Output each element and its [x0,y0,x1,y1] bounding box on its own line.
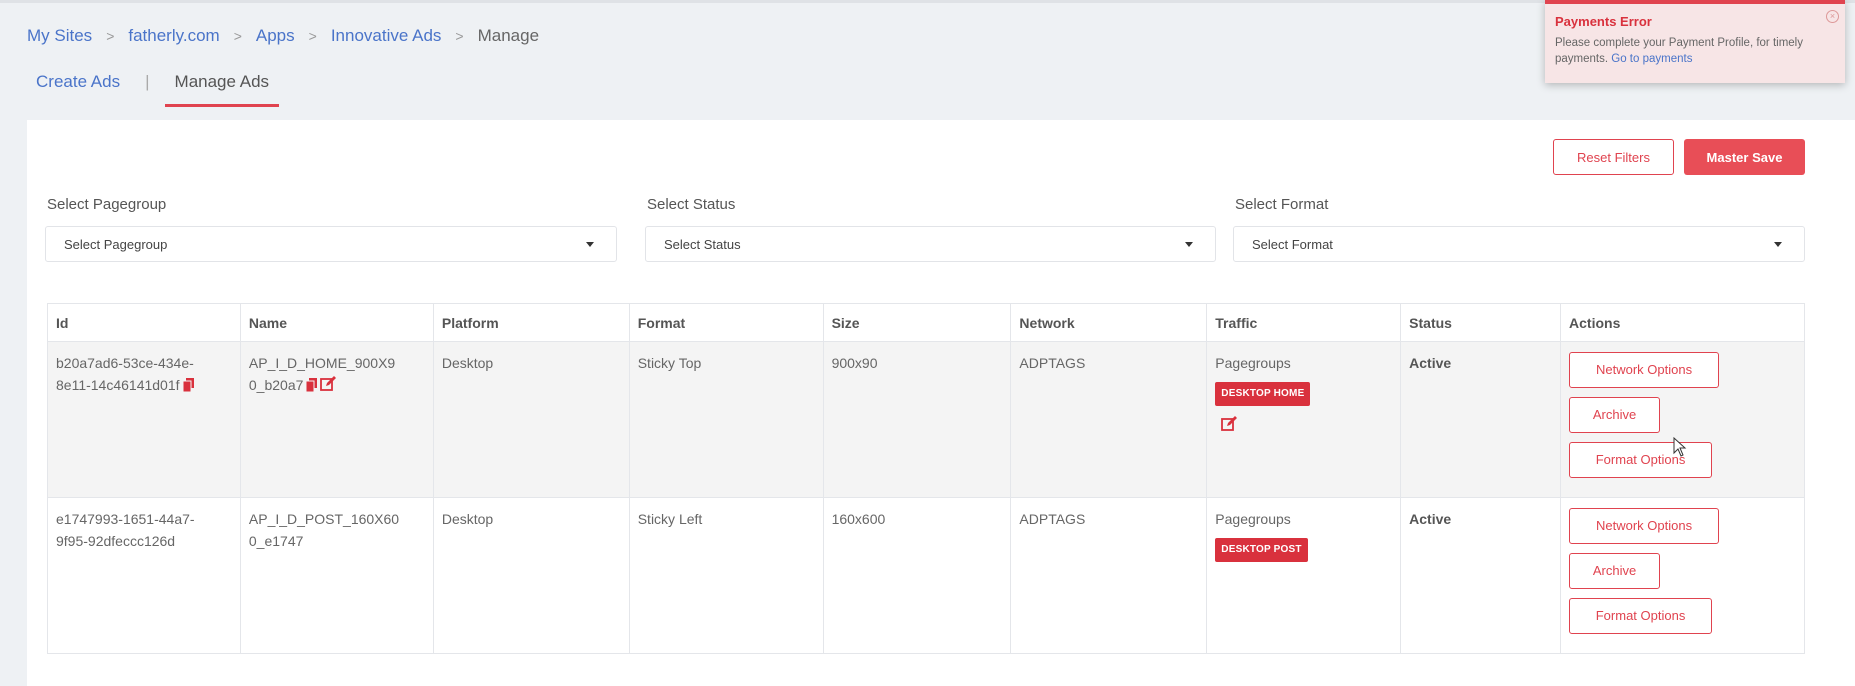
cell-status: Active [1400,341,1562,498]
breadcrumb-innovative-ads[interactable]: Innovative Ads [331,26,442,46]
column-header-id: Id [47,303,241,342]
cell-format: Sticky Left [628,497,824,654]
column-header-status: Status [1400,303,1562,342]
name-text-line2: 0_b20a7 [248,377,304,393]
format-options-button[interactable]: Format Options [1569,598,1713,634]
cell-format: Sticky Top [628,341,824,498]
status-select[interactable]: Select Status [645,226,1216,262]
pagegroup-filter-label: Select Pagegroup [47,196,167,213]
cell-network: ADPTAGS [1010,497,1208,654]
network-options-button[interactable]: Network Options [1569,352,1720,388]
chevron-down-icon [1774,242,1782,247]
id-text-line1: e1747993-1651-44a7- [56,511,195,527]
breadcrumb-current: Manage [477,26,540,45]
pagegroup-tag: DESKTOP HOME [1215,382,1311,406]
table-header-row: Id Name Platform Format Size Network Tra… [47,303,1805,342]
archive-button[interactable]: Archive [1569,553,1661,589]
pagegroup-select-value: Select Pagegroup [64,236,168,252]
column-header-format: Format [628,303,824,342]
column-header-size: Size [822,303,1012,342]
ads-table: Id Name Platform Format Size Network Tra… [47,303,1805,654]
name-text-line1: AP_I_D_HOME_900X9 [248,355,396,371]
column-header-name: Name [239,303,434,342]
name-text-line1: AP_I_D_POST_160X60 [248,511,400,527]
breadcrumb-separator: > [455,28,464,44]
breadcrumb-separator: > [308,28,317,44]
tab-separator: | [145,72,150,91]
table-row: b20a7ad6-53ce-434e- 8e11-14c46141d01f AP… [47,341,1805,498]
cell-actions: Network Options Archive Format Options [1560,497,1805,654]
status-select-value: Select Status [664,236,741,252]
close-icon[interactable]: × [1826,10,1839,23]
breadcrumb-my-sites[interactable]: My Sites [27,26,92,46]
cell-network: ADPTAGS [1010,341,1208,498]
toast-message: Please complete your Payment Profile, fo… [1555,35,1835,67]
copy-icon[interactable] [182,376,194,393]
cell-traffic: Pagegroups DESKTOP HOME [1206,341,1402,498]
pagegroup-tag: DESKTOP POST [1215,538,1308,562]
column-header-actions: Actions [1560,303,1805,342]
format-options-button[interactable]: Format Options [1569,442,1713,478]
column-header-traffic: Traffic [1206,303,1402,342]
mouse-cursor-icon [1673,436,1687,462]
traffic-label: Pagegroups [1215,355,1291,371]
format-select[interactable]: Select Format [1233,226,1805,262]
manage-ads-panel: Reset Filters Master Save Select Pagegro… [27,120,1855,686]
breadcrumb-site[interactable]: fatherly.com [128,26,219,46]
name-text-line2: 0_e1747 [248,533,304,549]
go-to-payments-link[interactable]: Go to payments [1611,53,1692,65]
toast-title: Payments Error [1555,14,1652,29]
copy-icon[interactable] [305,376,318,393]
breadcrumb-separator: > [106,28,115,44]
reset-filters-button[interactable]: Reset Filters [1553,139,1674,175]
breadcrumb-apps[interactable]: Apps [256,26,295,46]
archive-button[interactable]: Archive [1569,397,1661,433]
edit-icon[interactable] [320,376,337,392]
master-save-button[interactable]: Master Save [1684,139,1805,175]
chevron-down-icon [1185,242,1193,247]
table-row: e1747993-1651-44a7- 9f95-92dfeccc126d AP… [47,497,1805,654]
column-header-network: Network [1010,303,1208,342]
payments-error-toast: × Payments Error Please complete your Pa… [1545,0,1845,83]
pagegroup-select[interactable]: Select Pagegroup [45,226,617,262]
column-header-platform: Platform [432,303,630,342]
tab-manage-ads[interactable]: Manage Ads [164,72,280,107]
cell-actions: Network Options Archive Format Options [1560,341,1805,498]
cell-id: b20a7ad6-53ce-434e- 8e11-14c46141d01f [47,341,241,498]
id-text-line1: b20a7ad6-53ce-434e- [56,355,194,371]
cell-traffic: Pagegroups DESKTOP POST [1206,497,1402,654]
id-text-line2: 8e11-14c46141d01f [56,377,180,393]
chevron-down-icon [586,242,594,247]
format-select-value: Select Format [1252,236,1333,252]
traffic-label: Pagegroups [1215,511,1291,527]
cell-platform: Desktop [432,341,630,498]
breadcrumb-separator: > [233,28,242,44]
cell-size: 160x600 [822,497,1012,654]
edit-icon[interactable] [1221,416,1238,432]
tab-bar: Create Ads | Manage Ads [36,72,280,107]
cell-platform: Desktop [432,497,630,654]
status-filter-label: Select Status [647,196,736,213]
cell-status: Active [1400,497,1562,654]
cell-name: AP_I_D_HOME_900X9 0_b20a7 [239,341,434,498]
tab-create-ads[interactable]: Create Ads [36,72,120,104]
format-filter-label: Select Format [1235,196,1329,213]
cell-name: AP_I_D_POST_160X60 0_e1747 [239,497,434,654]
network-options-button[interactable]: Network Options [1569,508,1720,544]
id-text-line2: 9f95-92dfeccc126d [56,533,176,549]
cell-size: 900x90 [822,341,1012,498]
cell-id: e1747993-1651-44a7- 9f95-92dfeccc126d [47,497,241,654]
breadcrumb: My Sites > fatherly.com > Apps > Innovat… [27,26,539,46]
